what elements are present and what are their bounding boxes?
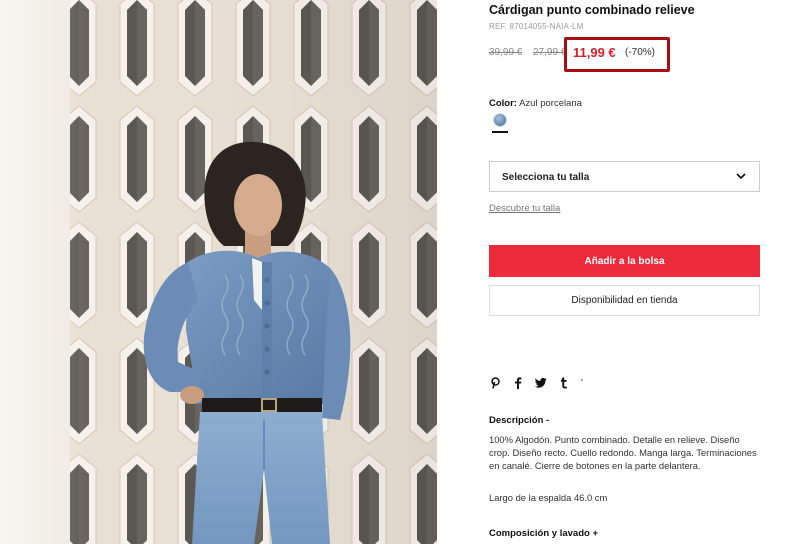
selected-swatch-indicator [492,131,508,133]
tumblr-icon[interactable] [558,377,570,389]
back-length-text: Largo de la espalda 46.0 cm [489,492,608,503]
more-share-options[interactable]: ' [581,378,583,389]
discount-badge: (-70%) [625,47,656,58]
chevron-down-icon [736,173,746,180]
color-value: Azul porcelana [519,98,582,109]
product-reference: REF. 87014055-NAIA-LM [489,22,584,31]
size-select[interactable]: Selecciona tu talla [489,161,760,192]
size-guide-link[interactable]: Descubre tu talla [489,203,560,214]
composition-heading[interactable]: Composición y lavado + [489,528,598,539]
color-info: Color: Azul porcelana [489,98,582,109]
store-availability-button[interactable]: Disponibilidad en tienda [489,285,760,316]
description-heading[interactable]: Descripción - [489,415,549,426]
product-title: Cárdigan punto combinado relieve [489,3,695,17]
product-info-panel: Cárdigan punto combinado relieve REF. 87… [489,0,761,544]
current-price: 11,99 € [573,45,616,60]
facebook-icon[interactable] [512,377,524,389]
product-photo-illustration [0,0,437,544]
size-select-label: Selecciona tu talla [502,172,590,183]
original-price-1: 39,99 € [489,47,523,58]
add-to-bag-button[interactable]: Añadir a la bolsa [489,245,760,277]
original-price-2: 27,99 € [533,47,567,58]
color-label: Color: [489,98,517,109]
pinterest-icon[interactable] [489,377,501,389]
share-bar: ' [489,375,583,391]
twitter-icon[interactable] [535,377,547,389]
color-swatch-azul-porcelana[interactable] [493,113,507,127]
product-image[interactable] [0,0,437,544]
description-text: 100% Algodón. Punto combinado. Detalle e… [489,434,757,471]
